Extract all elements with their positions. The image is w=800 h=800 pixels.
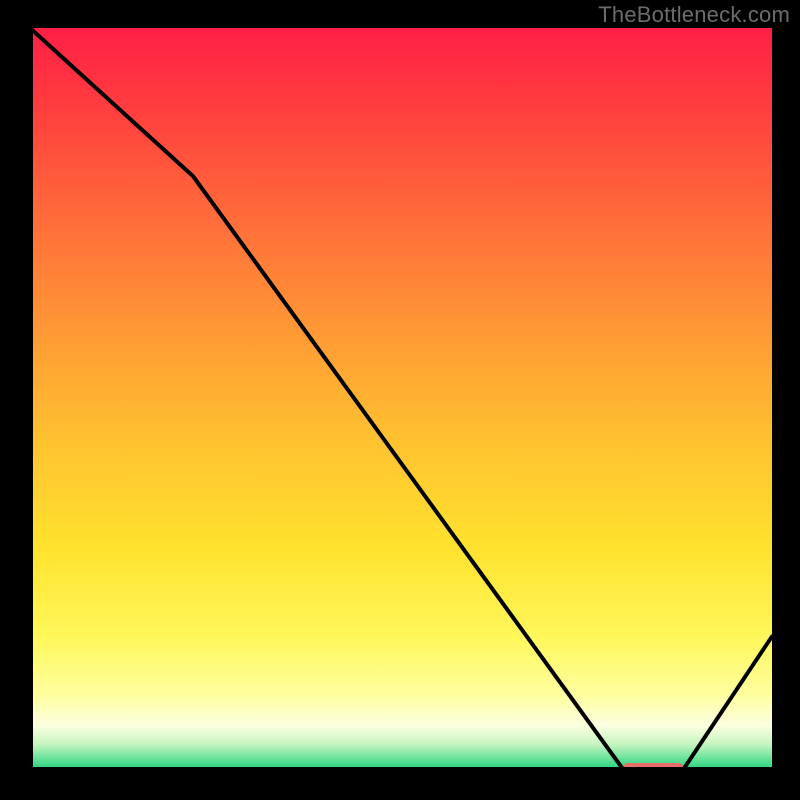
heat-gradient — [30, 28, 772, 770]
chart-frame: TheBottleneck.com — [0, 0, 800, 800]
watermark-text: TheBottleneck.com — [598, 2, 790, 28]
bottleneck-chart — [0, 0, 800, 800]
